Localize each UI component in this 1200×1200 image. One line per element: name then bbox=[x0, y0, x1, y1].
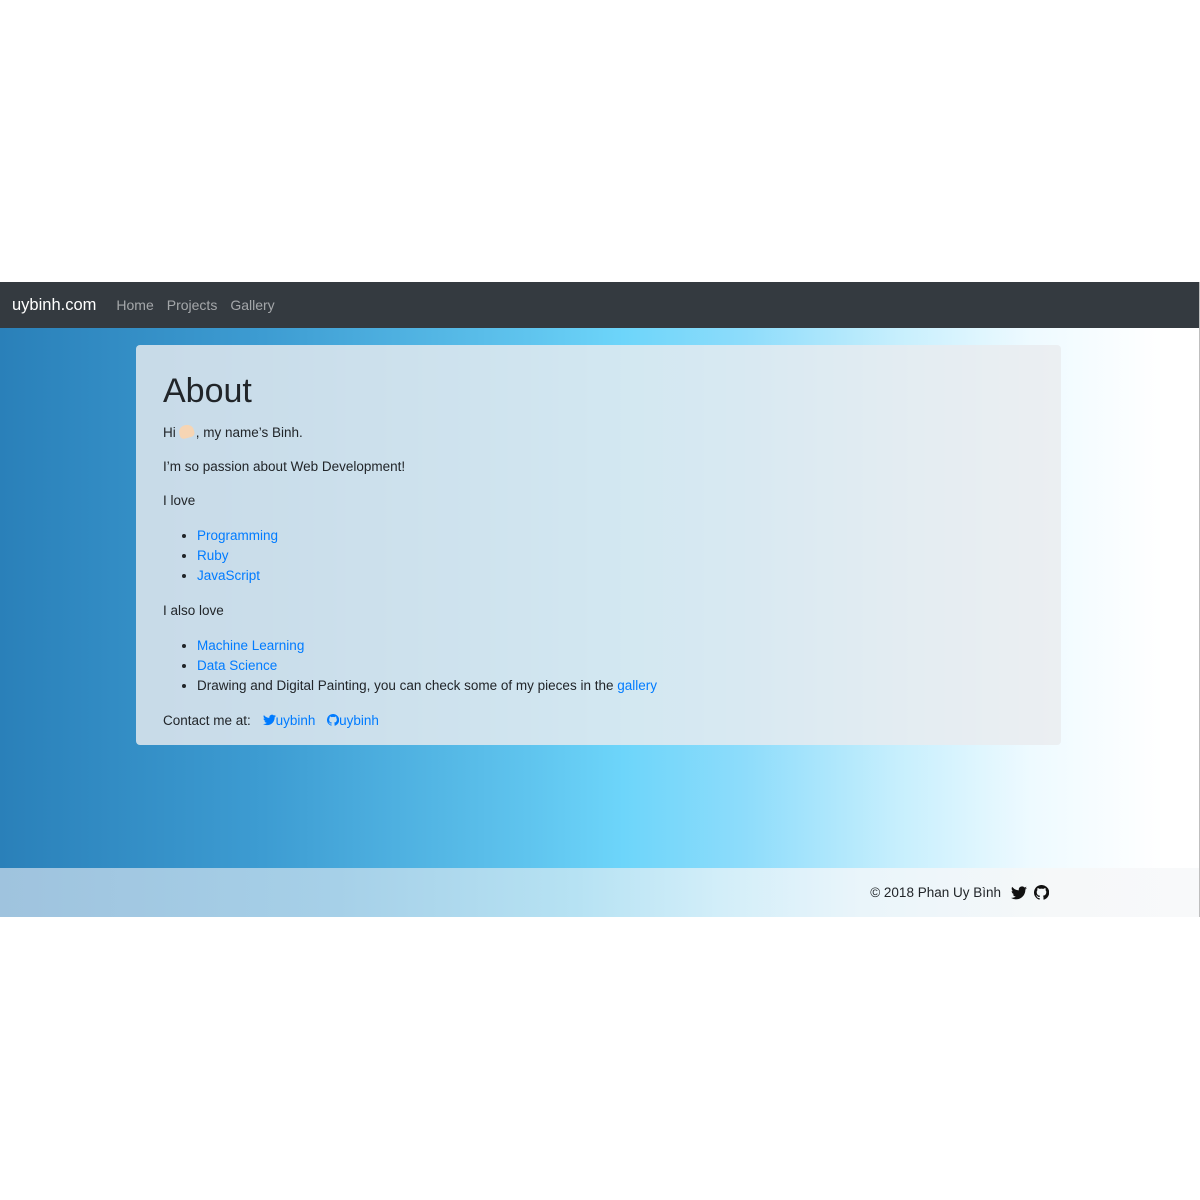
passion-text: I’m so passion about Web Development! bbox=[163, 459, 406, 474]
also-love-heading: I also love bbox=[163, 603, 224, 618]
twitter-icon bbox=[262, 714, 276, 726]
twitter-handle: uybinh bbox=[275, 713, 316, 728]
footer: © 2018 Phan Uy Bình bbox=[0, 868, 1199, 917]
greeting-suffix: , my name’s Binh. bbox=[195, 425, 303, 440]
footer-twitter-link[interactable] bbox=[1011, 885, 1027, 900]
github-icon bbox=[327, 713, 340, 726]
about-card: About Hi , my name’s Binh. I’m so passion… bbox=[136, 345, 1061, 745]
navbar: uybinh.com Home Projects Gallery bbox=[0, 282, 1199, 328]
data-science-link[interactable]: Data Science bbox=[197, 658, 277, 673]
love-heading: I love bbox=[163, 493, 196, 508]
brand-link[interactable]: uybinh.com bbox=[12, 296, 96, 315]
github-icon bbox=[1034, 885, 1049, 900]
list-item: Machine Learning bbox=[197, 636, 1034, 656]
hero-background: About Hi , my name’s Binh. I’m so passion… bbox=[0, 328, 1199, 868]
twitter-contact-link[interactable]: uybinh bbox=[262, 713, 316, 728]
footer-content: © 2018 Phan Uy Bình bbox=[870, 868, 1049, 917]
twitter-icon bbox=[1011, 885, 1027, 899]
list-item: JavaScript bbox=[197, 566, 1034, 586]
list-item: Data Science bbox=[197, 656, 1034, 676]
ruby-link[interactable]: Ruby bbox=[197, 548, 229, 563]
list-item: Ruby bbox=[197, 546, 1034, 566]
waving-hand-icon bbox=[177, 423, 196, 440]
contact-line: Contact me at: uybinh uybinh bbox=[163, 712, 1034, 729]
machine-learning-link[interactable]: Machine Learning bbox=[197, 638, 304, 653]
browser-viewport: uybinh.com Home Projects Gallery About H… bbox=[0, 282, 1200, 917]
drawing-text: Drawing and Digital Painting, you can ch… bbox=[197, 678, 614, 693]
javascript-link[interactable]: JavaScript bbox=[197, 568, 260, 583]
nav-link-gallery[interactable]: Gallery bbox=[230, 297, 274, 313]
footer-github-link[interactable] bbox=[1034, 885, 1049, 900]
love-list: Programming Ruby JavaScript bbox=[163, 526, 1034, 586]
list-item: Programming bbox=[197, 526, 1034, 546]
programming-link[interactable]: Programming bbox=[197, 528, 278, 543]
gallery-link[interactable]: gallery bbox=[617, 678, 657, 693]
also-love-list: Machine Learning Data Science Drawing an… bbox=[163, 636, 1034, 696]
copyright-text: © 2018 Phan Uy Bình bbox=[870, 885, 1001, 900]
list-item: Drawing and Digital Painting, you can ch… bbox=[197, 676, 1034, 696]
contact-label: Contact me at: bbox=[163, 713, 251, 728]
github-handle: uybinh bbox=[339, 713, 379, 728]
nav-link-projects[interactable]: Projects bbox=[167, 297, 218, 313]
greeting-prefix: Hi bbox=[163, 425, 176, 440]
greeting: Hi , my name’s Binh. bbox=[163, 423, 1034, 441]
page-title: About bbox=[163, 372, 252, 410]
nav-link-home[interactable]: Home bbox=[116, 297, 153, 313]
github-contact-link[interactable]: uybinh bbox=[327, 713, 379, 728]
